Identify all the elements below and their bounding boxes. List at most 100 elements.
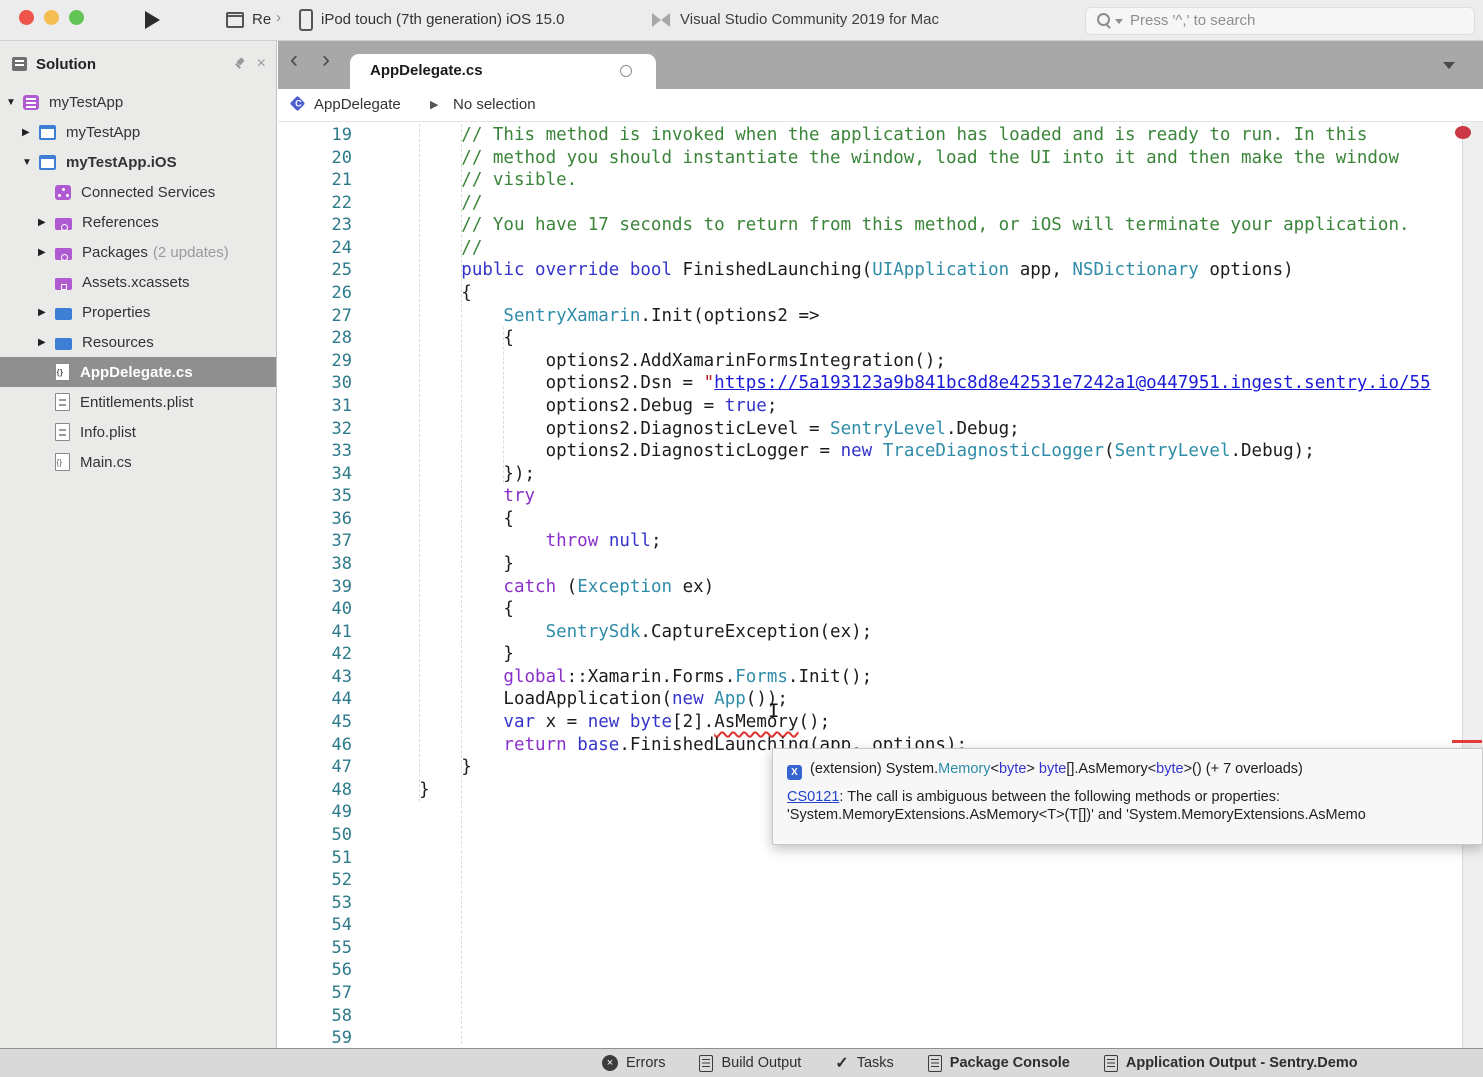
- code-line-59[interactable]: 59: [278, 1027, 1431, 1048]
- code-line-31[interactable]: 31 options2.Debug = true;: [278, 395, 1431, 418]
- expander-right-icon[interactable]: ▶: [38, 247, 55, 258]
- close-panel-icon[interactable]: ×: [257, 58, 266, 70]
- zoom-window-button[interactable]: [69, 10, 84, 25]
- code-editor[interactable]: 19 // This method is invoked when the ap…: [278, 122, 1462, 1048]
- statusbar-tasks[interactable]: ✓Tasks: [835, 1053, 893, 1073]
- breadcrumb-selection[interactable]: No selection: [453, 96, 536, 113]
- line-number[interactable]: 31: [278, 395, 377, 418]
- line-number[interactable]: 42: [278, 643, 377, 666]
- line-number[interactable]: 50: [278, 824, 377, 847]
- line-number[interactable]: 35: [278, 485, 377, 508]
- expander-down-icon[interactable]: ▼: [22, 157, 39, 168]
- error-code-link[interactable]: CS0121: [787, 789, 839, 805]
- code-line-53[interactable]: 53: [278, 892, 1431, 915]
- code-line-26[interactable]: 26 {: [278, 282, 1431, 305]
- expander-right-icon[interactable]: ▶: [38, 307, 55, 318]
- line-number[interactable]: 40: [278, 598, 377, 621]
- tree-item-appdelegate-cs[interactable]: AppDelegate.cs: [0, 357, 276, 387]
- run-button[interactable]: [145, 11, 160, 29]
- line-number[interactable]: 48: [278, 779, 377, 802]
- code-line-43[interactable]: 43 global::Xamarin.Forms.Forms.Init();: [278, 666, 1431, 689]
- tree-item-assets-xcassets[interactable]: Assets.xcassets: [0, 267, 276, 297]
- pin-panel-icon[interactable]: [233, 58, 245, 70]
- editor-scrollbar[interactable]: [1462, 122, 1483, 1048]
- statusbar-application-output-sentry-demo[interactable]: Application Output - Sentry.Demo: [1104, 1055, 1358, 1072]
- code-line-25[interactable]: 25 public override bool FinishedLaunchin…: [278, 259, 1431, 282]
- code-line-19[interactable]: 19 // This method is invoked when the ap…: [278, 124, 1431, 147]
- code-line-54[interactable]: 54: [278, 914, 1431, 937]
- line-number[interactable]: 19: [278, 124, 377, 147]
- navigate-forward-button[interactable]: ›: [322, 46, 330, 74]
- line-number[interactable]: 36: [278, 508, 377, 531]
- code-line-40[interactable]: 40 {: [278, 598, 1431, 621]
- code-line-55[interactable]: 55: [278, 937, 1431, 960]
- line-number[interactable]: 23: [278, 214, 377, 237]
- code-line-28[interactable]: 28 {: [278, 327, 1431, 350]
- expander-down-icon[interactable]: ▼: [6, 97, 23, 108]
- code-line-27[interactable]: 27 SentryXamarin.Init(options2 =>: [278, 305, 1431, 328]
- code-line-51[interactable]: 51: [278, 847, 1431, 870]
- tab-appdelegate[interactable]: AppDelegate.cs: [350, 54, 656, 89]
- line-number[interactable]: 37: [278, 530, 377, 553]
- line-number[interactable]: 44: [278, 688, 377, 711]
- line-number[interactable]: 32: [278, 418, 377, 441]
- code-line-52[interactable]: 52: [278, 869, 1431, 892]
- line-number[interactable]: 57: [278, 982, 377, 1005]
- line-number[interactable]: 41: [278, 621, 377, 644]
- expander-right-icon[interactable]: ▶: [38, 217, 55, 228]
- code-line-56[interactable]: 56: [278, 959, 1431, 982]
- navigate-back-button[interactable]: ‹: [290, 46, 298, 74]
- tree-item-resources[interactable]: ▶Resources: [0, 327, 276, 357]
- tab-list-dropdown-icon[interactable]: [1443, 62, 1455, 69]
- code-line-30[interactable]: 30 options2.Dsn = "https://5a193123a9b84…: [278, 372, 1431, 395]
- code-line-33[interactable]: 33 options2.DiagnosticLogger = new Trace…: [278, 440, 1431, 463]
- code-line-57[interactable]: 57: [278, 982, 1431, 1005]
- tree-item-main-cs[interactable]: Main.cs: [0, 447, 276, 477]
- minimize-window-button[interactable]: [44, 10, 59, 25]
- tree-item-connected-services[interactable]: Connected Services: [0, 177, 276, 207]
- code-line-23[interactable]: 23 // You have 17 seconds to return from…: [278, 214, 1431, 237]
- line-number[interactable]: 27: [278, 305, 377, 328]
- line-number[interactable]: 51: [278, 847, 377, 870]
- code-line-37[interactable]: 37 throw null;: [278, 530, 1431, 553]
- tree-item-info-plist[interactable]: Info.plist: [0, 417, 276, 447]
- line-number[interactable]: 34: [278, 463, 377, 486]
- line-number[interactable]: 22: [278, 192, 377, 215]
- code-line-45[interactable]: 45 var x = new byte[2].AsMemory();: [278, 711, 1431, 734]
- line-number[interactable]: 49: [278, 801, 377, 824]
- code-line-58[interactable]: 58: [278, 1005, 1431, 1028]
- line-number[interactable]: 39: [278, 576, 377, 599]
- line-number[interactable]: 26: [278, 282, 377, 305]
- line-number[interactable]: 29: [278, 350, 377, 373]
- device-selector[interactable]: iPod touch (7th generation) iOS 15.0: [321, 11, 565, 28]
- diagnostics-status-icon[interactable]: [1455, 126, 1471, 139]
- breadcrumb-class[interactable]: AppDelegate: [314, 96, 401, 113]
- statusbar-errors[interactable]: ×Errors: [602, 1055, 665, 1071]
- tree-item-references[interactable]: ▶References: [0, 207, 276, 237]
- statusbar-package-console[interactable]: Package Console: [928, 1055, 1070, 1072]
- line-number[interactable]: 33: [278, 440, 377, 463]
- line-number[interactable]: 47: [278, 756, 377, 779]
- configuration-selector[interactable]: Re: [252, 11, 271, 28]
- code-line-36[interactable]: 36 {: [278, 508, 1431, 531]
- line-number[interactable]: 30: [278, 372, 377, 395]
- tree-item-entitlements-plist[interactable]: Entitlements.plist: [0, 387, 276, 417]
- code-line-24[interactable]: 24 //: [278, 237, 1431, 260]
- tree-item-mytestapp[interactable]: ▼myTestApp: [0, 87, 276, 117]
- close-window-button[interactable]: [19, 10, 34, 25]
- code-line-44[interactable]: 44 LoadApplication(new App());: [278, 688, 1431, 711]
- scrollbar-error-marker[interactable]: [1452, 740, 1482, 743]
- tree-item-packages[interactable]: ▶Packages(2 updates): [0, 237, 276, 267]
- line-number[interactable]: 46: [278, 734, 377, 757]
- code-line-42[interactable]: 42 }: [278, 643, 1431, 666]
- code-line-41[interactable]: 41 SentrySdk.CaptureException(ex);: [278, 621, 1431, 644]
- line-number[interactable]: 21: [278, 169, 377, 192]
- code-line-32[interactable]: 32 options2.DiagnosticLevel = SentryLeve…: [278, 418, 1431, 441]
- search-input[interactable]: Press '^,' to search: [1085, 7, 1475, 35]
- code-line-22[interactable]: 22 //: [278, 192, 1431, 215]
- line-number[interactable]: 52: [278, 869, 377, 892]
- line-number[interactable]: 38: [278, 553, 377, 576]
- line-number[interactable]: 53: [278, 892, 377, 915]
- code-line-35[interactable]: 35 try: [278, 485, 1431, 508]
- expander-right-icon[interactable]: ▶: [38, 337, 55, 348]
